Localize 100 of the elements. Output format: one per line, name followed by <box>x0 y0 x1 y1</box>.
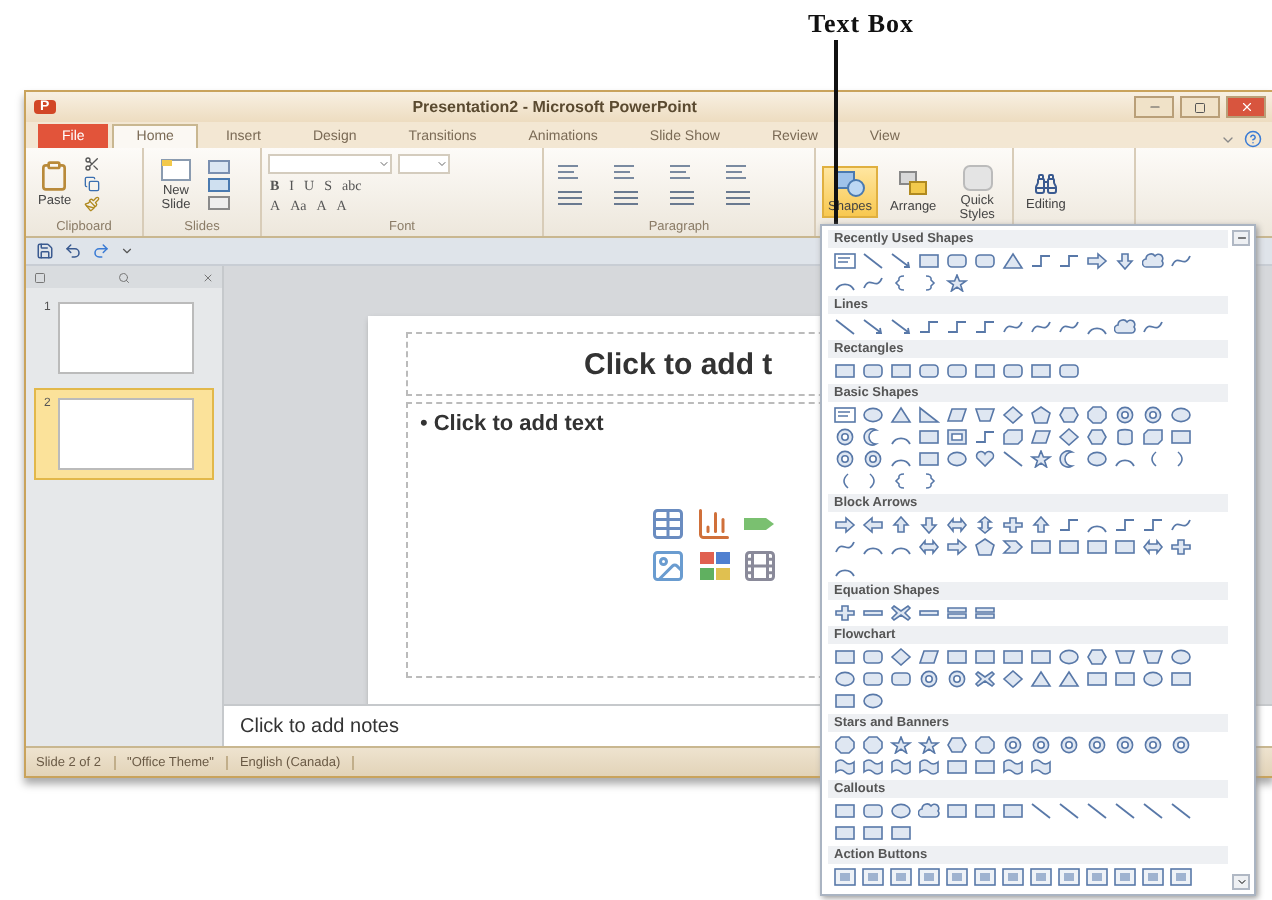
shape-option[interactable] <box>860 800 884 820</box>
shape-option[interactable] <box>888 800 912 820</box>
collapse-button[interactable] <box>1232 230 1250 246</box>
shape-option[interactable] <box>1000 866 1024 886</box>
shape-option[interactable] <box>888 404 912 424</box>
shape-option[interactable] <box>1168 536 1192 556</box>
shape-option[interactable] <box>1056 866 1080 886</box>
shape-option[interactable] <box>1140 426 1164 446</box>
shape-option[interactable] <box>1112 734 1136 754</box>
shape-option[interactable] <box>944 646 968 666</box>
shape-option[interactable] <box>1112 646 1136 666</box>
copy-icon[interactable] <box>83 176 100 192</box>
shape-option[interactable] <box>1112 536 1136 556</box>
shape-option[interactable] <box>832 668 856 688</box>
shape-option[interactable] <box>832 514 856 534</box>
shape-option[interactable] <box>1056 360 1080 380</box>
shape-option[interactable] <box>888 316 912 336</box>
shape-option[interactable] <box>1028 866 1052 886</box>
shape-option[interactable] <box>916 800 940 820</box>
shape-option[interactable] <box>888 866 912 886</box>
chart-icon[interactable] <box>696 506 732 542</box>
shape-option[interactable] <box>1028 646 1052 666</box>
shape-option[interactable] <box>1028 426 1052 446</box>
shape-option[interactable] <box>972 756 996 776</box>
shape-option[interactable] <box>832 646 856 666</box>
shape-option[interactable] <box>1028 316 1052 336</box>
shape-option[interactable] <box>916 646 940 666</box>
shape-option[interactable] <box>916 866 940 886</box>
shape-option[interactable] <box>1168 646 1192 666</box>
shape-option[interactable] <box>1168 734 1192 754</box>
slides-tab-icon[interactable] <box>34 271 46 283</box>
reset-icon[interactable] <box>208 177 232 191</box>
shape-option[interactable] <box>1140 404 1164 424</box>
shape-option[interactable] <box>1000 360 1024 380</box>
shape-option[interactable] <box>860 250 884 270</box>
shape-option[interactable] <box>1000 756 1024 776</box>
shape-option[interactable] <box>972 404 996 424</box>
outline-tab-icon[interactable] <box>118 271 130 283</box>
shape-option[interactable] <box>1168 426 1192 446</box>
shape-option[interactable] <box>916 404 940 424</box>
shape-option[interactable] <box>860 426 884 446</box>
shape-option[interactable] <box>860 756 884 776</box>
save-icon[interactable] <box>36 242 54 260</box>
shape-option[interactable] <box>916 360 940 380</box>
media-icon[interactable] <box>742 548 778 584</box>
scroll-down-button[interactable] <box>1232 874 1250 890</box>
shape-option[interactable] <box>860 404 884 424</box>
shape-option[interactable] <box>972 360 996 380</box>
shape-option[interactable] <box>860 822 884 842</box>
shape-option[interactable] <box>972 250 996 270</box>
shape-option[interactable] <box>860 690 884 710</box>
shape-option[interactable] <box>860 646 884 666</box>
shape-option[interactable] <box>972 734 996 754</box>
format-painter-icon[interactable] <box>83 196 100 212</box>
shape-option[interactable] <box>888 734 912 754</box>
shape-option[interactable] <box>1028 404 1052 424</box>
shape-option[interactable] <box>916 514 940 534</box>
shape-option[interactable] <box>860 514 884 534</box>
shape-option[interactable] <box>916 316 940 336</box>
shape-option[interactable] <box>1056 514 1080 534</box>
shape-option[interactable] <box>1084 866 1108 886</box>
shape-option[interactable] <box>1000 404 1024 424</box>
shape-option[interactable] <box>1168 668 1192 688</box>
shape-option[interactable] <box>832 316 856 336</box>
shape-option[interactable] <box>944 272 968 292</box>
shape-option[interactable] <box>944 404 968 424</box>
shape-option[interactable] <box>832 602 856 622</box>
shape-option[interactable] <box>916 426 940 446</box>
shape-option[interactable] <box>832 250 856 270</box>
shape-option[interactable] <box>1084 668 1108 688</box>
help-icon[interactable] <box>1244 130 1262 148</box>
shape-option[interactable] <box>1000 426 1024 446</box>
shape-option[interactable] <box>1056 316 1080 336</box>
shape-option[interactable] <box>944 756 968 776</box>
shape-option[interactable] <box>1140 536 1164 556</box>
cut-icon[interactable] <box>83 156 100 172</box>
shape-option[interactable] <box>916 668 940 688</box>
shape-option[interactable] <box>1000 514 1024 534</box>
shape-option[interactable] <box>1168 866 1192 886</box>
shape-option[interactable] <box>1000 800 1024 820</box>
shape-option[interactable] <box>1000 734 1024 754</box>
clip-art-icon[interactable] <box>696 548 736 584</box>
shape-option[interactable] <box>1140 866 1164 886</box>
font-name-field[interactable] <box>268 154 392 174</box>
shape-option[interactable] <box>888 756 912 776</box>
shape-option[interactable] <box>1084 536 1108 556</box>
maximize-button[interactable] <box>1180 96 1220 118</box>
shape-option[interactable] <box>972 536 996 556</box>
shape-option[interactable] <box>1168 514 1192 534</box>
shape-option[interactable] <box>1000 536 1024 556</box>
shape-option[interactable] <box>1084 250 1108 270</box>
table-icon[interactable] <box>650 506 686 542</box>
close-pane-icon[interactable] <box>202 271 214 283</box>
shape-option[interactable] <box>1028 360 1052 380</box>
shape-option[interactable] <box>1028 756 1052 776</box>
redo-icon[interactable] <box>92 242 110 260</box>
shape-option[interactable] <box>1028 800 1052 820</box>
shape-option[interactable] <box>1056 646 1080 666</box>
shape-option[interactable] <box>944 602 968 622</box>
shape-option[interactable] <box>1056 536 1080 556</box>
